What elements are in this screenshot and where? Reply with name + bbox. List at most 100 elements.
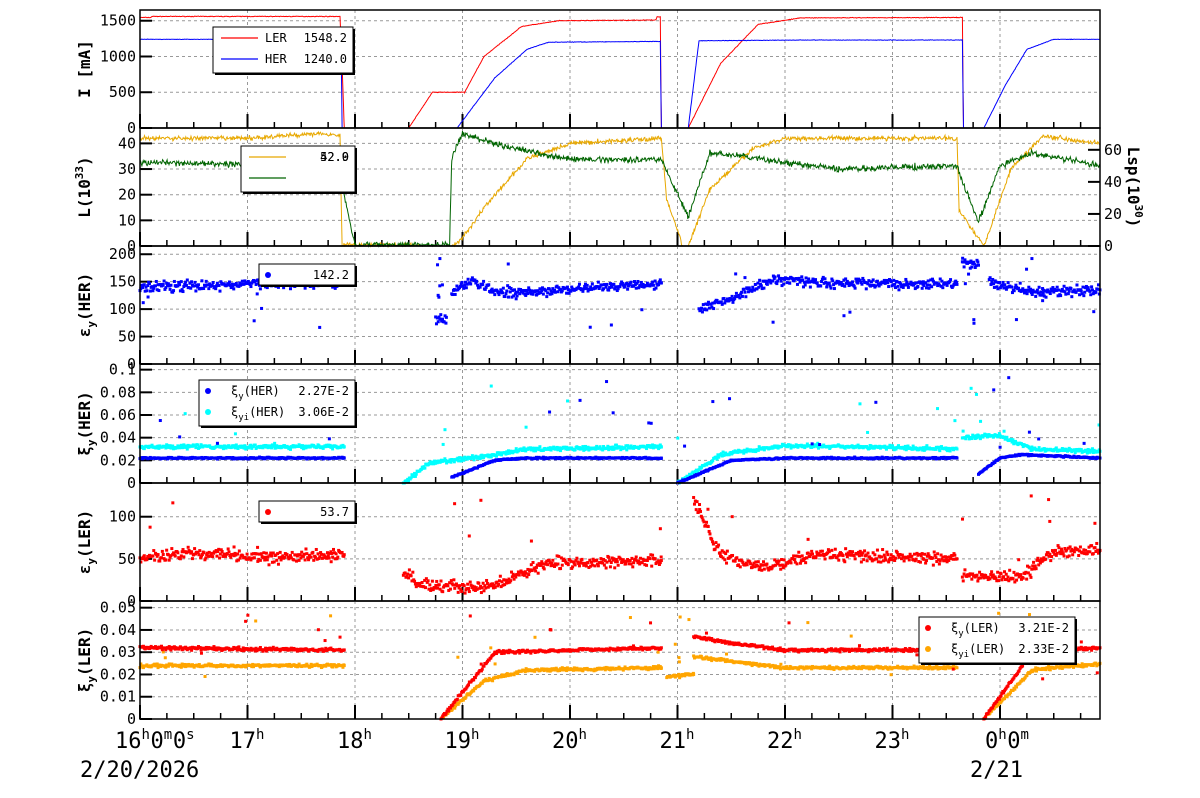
data-point <box>873 553 877 557</box>
data-point <box>264 555 268 559</box>
data-point-outlier <box>743 276 747 280</box>
data-point <box>1006 575 1010 579</box>
data-point <box>204 279 208 283</box>
data-point-outlier <box>640 308 644 312</box>
data-point <box>631 565 635 569</box>
data-point <box>463 591 467 595</box>
data-point <box>1055 551 1059 555</box>
data-point <box>605 282 609 286</box>
data-point <box>1018 281 1022 285</box>
data-point <box>596 564 600 568</box>
data-point <box>475 279 479 283</box>
legend-value: 42.9 <box>320 150 349 164</box>
legend-label-rest: (HER) <box>244 384 280 398</box>
data-point-outlier <box>514 297 518 301</box>
y-tick-label: 0 <box>127 474 136 492</box>
data-point <box>692 502 696 506</box>
data-point <box>1057 546 1061 550</box>
data-point <box>198 549 202 553</box>
y-tick-label: 40 <box>118 134 136 152</box>
data-point <box>460 589 464 593</box>
y-tick-label: 0.02 <box>100 665 136 683</box>
data-point-outlier <box>658 527 662 531</box>
y-tick-label: 0.04 <box>100 621 136 639</box>
data-point-outlier <box>273 441 277 445</box>
data-point <box>252 556 256 560</box>
data-point <box>430 579 434 583</box>
data-point <box>307 558 311 562</box>
data-point <box>851 280 855 284</box>
data-point <box>185 278 189 282</box>
data-point <box>1024 570 1028 574</box>
data-point <box>255 552 259 556</box>
data-point <box>1049 559 1053 563</box>
data-point <box>823 557 827 561</box>
data-point <box>755 564 759 568</box>
data-point <box>945 283 949 287</box>
data-point-outlier <box>1030 257 1034 261</box>
legend-value: 142.2 <box>313 268 349 282</box>
data-point <box>922 284 926 288</box>
data-point <box>876 560 880 564</box>
data-point <box>314 547 318 551</box>
data-point <box>303 286 307 290</box>
data-point <box>706 525 710 529</box>
data-point <box>451 293 455 297</box>
data-point <box>536 571 540 575</box>
data-point-outlier <box>806 537 810 541</box>
data-point <box>1053 548 1057 552</box>
data-point <box>584 286 588 290</box>
data-point <box>498 574 502 578</box>
data-point <box>566 563 570 567</box>
data-point <box>179 554 183 558</box>
data-point <box>814 278 818 282</box>
y2-tick-label: 60 <box>1104 141 1122 159</box>
data-point <box>914 557 918 561</box>
data-point <box>782 558 786 562</box>
y2-title-rest: ) <box>1124 218 1143 228</box>
data-point <box>227 550 231 554</box>
data-point-outlier <box>540 560 544 564</box>
data-point <box>756 560 760 564</box>
data-point <box>190 280 194 284</box>
data-point <box>762 567 766 571</box>
data-point <box>595 558 599 562</box>
data-point <box>1029 575 1033 579</box>
data-point <box>534 289 538 293</box>
data-point <box>654 286 658 290</box>
data-point-outlier <box>327 437 331 441</box>
data-point <box>650 564 654 568</box>
data-point-outlier <box>1029 494 1033 498</box>
data-point <box>178 283 182 287</box>
data-point <box>154 279 158 283</box>
data-point <box>204 556 208 560</box>
data-point <box>634 286 638 290</box>
data-point <box>1070 295 1074 299</box>
data-point <box>905 280 909 284</box>
data-point <box>941 555 945 559</box>
y-axis-title: εy(HER) <box>75 273 98 337</box>
data-point-outlier <box>525 289 529 293</box>
data-point <box>448 587 452 591</box>
y-tick-label: 500 <box>109 83 136 101</box>
data-point <box>494 454 498 458</box>
data-point <box>902 559 906 563</box>
data-point <box>922 557 926 561</box>
data-point <box>449 579 453 583</box>
legend-label: LER <box>265 31 287 45</box>
data-point <box>304 547 308 551</box>
data-point <box>717 543 721 547</box>
y-tick-label: 0.02 <box>100 451 136 469</box>
data-point-outlier <box>329 560 333 564</box>
data-point <box>305 552 309 556</box>
data-point <box>949 278 953 282</box>
data-point <box>804 276 808 280</box>
data-point <box>837 558 841 562</box>
data-point <box>565 285 569 289</box>
y-tick-label: 0 <box>127 710 136 728</box>
data-point <box>200 279 204 283</box>
data-point <box>482 589 486 593</box>
data-point <box>1055 285 1059 289</box>
data-point <box>477 581 481 585</box>
data-point <box>527 573 531 577</box>
